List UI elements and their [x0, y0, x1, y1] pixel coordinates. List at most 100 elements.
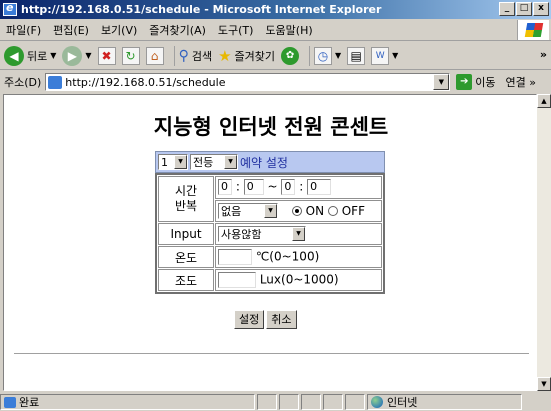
status-text: 완료	[19, 396, 40, 409]
window-controls: _ □ x	[499, 2, 549, 16]
input-label: Input	[158, 223, 214, 245]
close-button[interactable]: x	[533, 2, 549, 16]
media-icon: ✿	[281, 46, 300, 65]
toolbar-divider	[309, 45, 311, 66]
start-minute-input[interactable]: 0	[243, 179, 264, 196]
time-cell: 0 : 0 ~ 0 : 0	[215, 176, 382, 199]
toolbar-divider	[173, 45, 175, 66]
device-select[interactable]: 전등 ▼	[190, 154, 238, 170]
repeat-label: 반복	[174, 199, 198, 213]
minimize-button[interactable]: _	[499, 2, 515, 16]
page-icon	[48, 75, 63, 89]
refresh-button[interactable]: ↻	[121, 46, 140, 65]
colon-separator: :	[235, 179, 240, 194]
home-button[interactable]: ⌂	[145, 46, 164, 65]
links-button[interactable]: 연결 »	[506, 74, 536, 90]
media-button[interactable]: ✿	[281, 46, 300, 65]
start-hour-input[interactable]: 0	[218, 179, 232, 196]
temperature-unit: ℃(0~100)	[255, 249, 320, 264]
menu-view[interactable]: 보기(V)	[101, 22, 137, 38]
address-input[interactable]: http://192.168.0.51/schedule ▼	[45, 73, 451, 91]
go-button[interactable]: ➔ 이동	[456, 74, 496, 90]
cancel-button[interactable]: 취소	[266, 310, 297, 329]
ie-icon	[3, 1, 17, 16]
go-label: 이동	[475, 76, 496, 89]
menu-tools[interactable]: 도구(T)	[218, 22, 254, 38]
colon-separator: :	[299, 179, 304, 194]
window-title: http://192.168.0.51/schedule - Microsoft…	[21, 3, 382, 16]
internet-globe-icon	[371, 396, 383, 408]
star-icon: ★	[218, 46, 232, 65]
illuminance-label: 조도	[158, 269, 214, 291]
favorites-label: 즐겨찾기	[234, 49, 276, 63]
back-button[interactable]: ◀ 뒤로 ▼	[4, 45, 56, 66]
time-label: 시간	[174, 184, 198, 198]
zone-cell: 인터넷	[367, 394, 522, 410]
schedule-header: 1 ▼ 전등 ▼ 예약 설정	[155, 151, 385, 173]
chevron-down-icon: ▼	[292, 227, 305, 241]
range-separator: ~	[267, 179, 278, 194]
back-label: 뒤로	[27, 49, 48, 63]
input-select[interactable]: 사용않함 ▼	[218, 226, 306, 242]
address-label: 주소(D)	[4, 76, 42, 89]
history-icon: ◷	[314, 46, 333, 65]
maximize-button[interactable]: □	[516, 2, 532, 16]
address-dropdown-button[interactable]: ▼	[433, 74, 450, 90]
status-text-cell: 완료	[0, 394, 255, 410]
menu-bar: 파일(F) 편집(E) 보기(V) 즐겨찾기(A) 도구(T) 도움말(H)	[0, 19, 551, 41]
scroll-up-button[interactable]: ▲	[537, 94, 551, 108]
schedule-form: 1 ▼ 전등 ▼ 예약 설정 시간 반복 0 : 0 ~ 0: 0 없음 ▼ …	[155, 151, 385, 294]
chevron-down-icon: ▼	[85, 51, 92, 60]
edit-button[interactable]: W ▼	[371, 46, 399, 65]
menu-edit[interactable]: 편집(E)	[53, 22, 89, 38]
history-button[interactable]: ◷ ▼	[314, 46, 341, 65]
input-value: 사용않함	[221, 228, 262, 241]
slot-select[interactable]: 1 ▼	[158, 154, 188, 170]
status-bar: 완료 인터넷	[0, 393, 551, 411]
repeat-select[interactable]: 없음 ▼	[218, 202, 278, 219]
temperature-cell: ℃(0~100)	[215, 246, 382, 268]
print-button[interactable]: ▤	[347, 46, 366, 65]
form-buttons: 설정 취소	[234, 310, 297, 329]
search-icon: ⚲	[178, 47, 189, 64]
device-value: 전등	[193, 156, 214, 169]
off-radio[interactable]	[327, 206, 338, 217]
chevron-down-icon: ▼	[224, 155, 237, 169]
search-button[interactable]: ⚲ 검색	[179, 48, 213, 64]
go-arrow-icon: ➔	[456, 74, 473, 90]
title-bar: http://192.168.0.51/schedule - Microsoft…	[0, 0, 551, 19]
temperature-input[interactable]	[218, 249, 252, 265]
menu-help[interactable]: 도움말(H)	[265, 22, 312, 38]
address-bar: 주소(D) http://192.168.0.51/schedule ▼ ➔ 이…	[0, 71, 551, 93]
forward-button[interactable]: ▶ ▼	[62, 45, 92, 66]
end-minute-input[interactable]: 0	[307, 179, 332, 196]
status-pane	[279, 394, 299, 410]
set-button[interactable]: 설정	[234, 310, 265, 329]
windows-logo	[517, 20, 549, 40]
chevron-down-icon: ▼	[174, 155, 187, 169]
toolbar: ◀ 뒤로 ▼ ▶ ▼ ✖ ↻ ⌂ ⚲ 검색 ★ 즐겨찾기 ✿ ◷ ▼ ▤ W ▼	[0, 42, 551, 70]
forward-arrow-icon: ▶	[62, 45, 83, 66]
page-title: 지능형 인터넷 전원 콘센트	[153, 114, 389, 139]
zone-label: 인터넷	[387, 396, 418, 409]
stop-button[interactable]: ✖	[97, 46, 116, 65]
menu-favorites[interactable]: 즐겨찾기(A)	[149, 22, 206, 38]
time-repeat-labels: 시간 반복	[158, 176, 214, 222]
menu-file[interactable]: 파일(F)	[6, 22, 41, 38]
stop-icon: ✖	[97, 46, 116, 65]
schedule-table: 시간 반복 0 : 0 ~ 0 : 0 없음 ▼ ON OFF Input 사용…	[155, 173, 385, 294]
illuminance-cell: Lux(0~1000)	[215, 269, 382, 291]
toolbar-overflow-chevron[interactable]: »	[540, 48, 547, 61]
on-radio[interactable]	[291, 206, 302, 217]
illuminance-input[interactable]	[218, 272, 256, 288]
scroll-down-button[interactable]: ▼	[537, 377, 551, 391]
vertical-scrollbar[interactable]: ▲ ▼	[537, 94, 551, 391]
refresh-icon: ↻	[121, 46, 140, 65]
repeat-value: 없음	[221, 204, 242, 218]
chevron-down-icon: ▼	[264, 203, 277, 218]
end-hour-input[interactable]: 0	[281, 179, 296, 196]
page-content: 지능형 인터넷 전원 콘센트 1 ▼ 전등 ▼ 예약 설정 시간 반복 0 :	[3, 94, 537, 391]
chevron-down-icon: ▼	[392, 51, 399, 60]
favorites-button[interactable]: ★ 즐겨찾기	[218, 47, 275, 65]
address-url: http://192.168.0.51/schedule	[65, 75, 226, 89]
